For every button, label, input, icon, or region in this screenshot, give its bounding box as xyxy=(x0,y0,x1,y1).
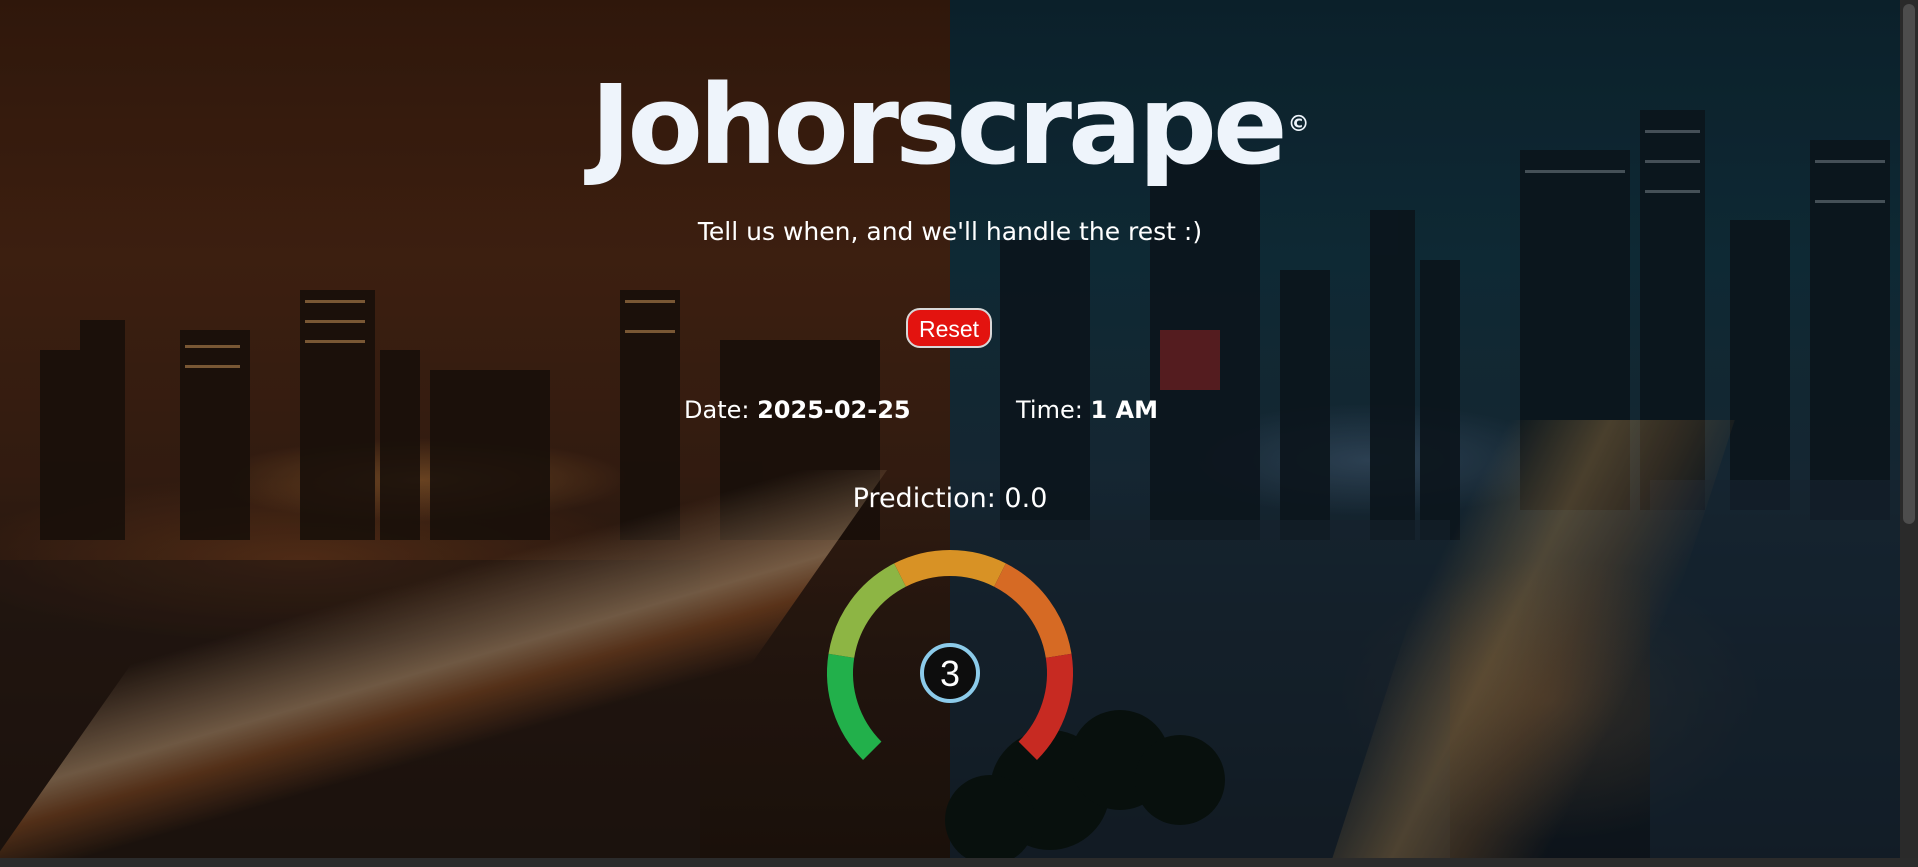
copyright-mark: © xyxy=(1287,112,1310,137)
time-label: Time: xyxy=(1016,396,1083,424)
tagline: Tell us when, and we'll handle the rest … xyxy=(697,217,1203,246)
bottom-status-bar xyxy=(0,858,1918,867)
gauge-segment xyxy=(828,563,907,659)
time-display[interactable]: Time: 1 AM xyxy=(1016,396,1158,424)
prediction-text: Prediction: 0.0 xyxy=(852,483,1048,514)
date-label: Date: xyxy=(684,396,750,424)
main-content: Johorscrape © Tell us when, and we'll han… xyxy=(0,0,1900,858)
date-display[interactable]: Date: 2025-02-25 xyxy=(684,396,911,424)
gauge-value: 3 xyxy=(940,653,960,694)
gauge-segment xyxy=(894,550,1006,587)
time-value: 1 AM xyxy=(1090,396,1158,424)
date-value: 2025-02-25 xyxy=(757,396,911,424)
app-title: Johorscrape xyxy=(590,61,1287,189)
reset-button[interactable]: Reset xyxy=(906,308,992,348)
scrollbar-thumb[interactable] xyxy=(1903,4,1915,524)
gauge-segment xyxy=(993,563,1072,659)
title-row: Johorscrape © xyxy=(0,70,1900,180)
gauge-segment xyxy=(827,653,882,760)
traffic-gauge: 3 xyxy=(827,550,1073,760)
page: Johorscrape © Tell us when, and we'll han… xyxy=(0,0,1918,867)
gauge-segment xyxy=(1018,653,1073,760)
